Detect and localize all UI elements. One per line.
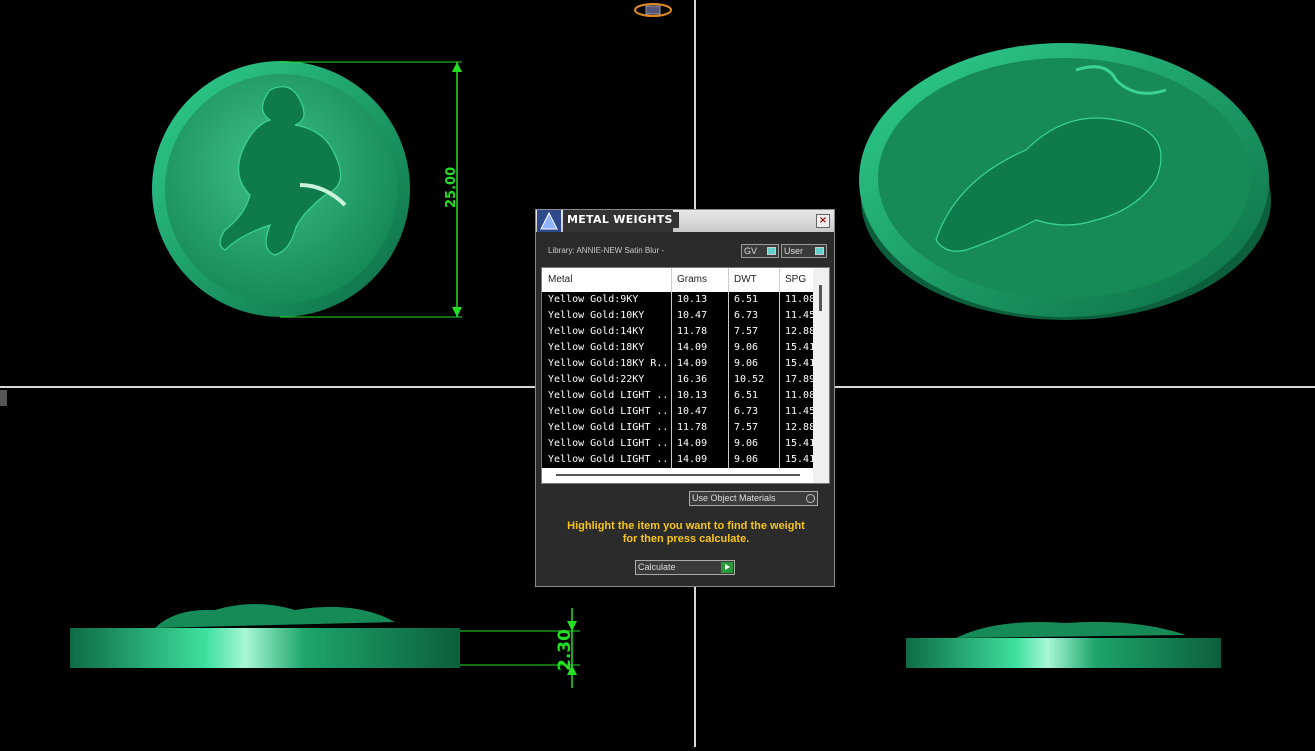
column-header-spg[interactable]: SPG <box>785 274 806 285</box>
dropdown-knob-icon <box>806 494 815 503</box>
table-cell: 11.45 <box>785 406 815 417</box>
table-cell: Yellow Gold:10KY <box>548 310 645 321</box>
table-cell: 14.09 <box>677 358 708 369</box>
table-cell: 9.06 <box>734 438 759 449</box>
instruction-line-2: for then press calculate. <box>622 533 750 545</box>
table-row[interactable]: Yellow Gold:18KY R... 14.09 9.06 15.41 <box>542 356 815 372</box>
table-header: Metal Grams DWT SPG <box>542 268 813 291</box>
table-cell: 6.73 <box>734 310 759 321</box>
table-cell: 14.09 <box>677 342 708 353</box>
close-icon: × <box>818 215 828 226</box>
table-cell: 6.51 <box>734 390 759 401</box>
column-header-dwt[interactable]: DWT <box>734 274 757 285</box>
table-cell: Yellow Gold:22KY <box>548 374 645 385</box>
instruction-text: Highlight the item you want to find the … <box>546 520 826 546</box>
table-row[interactable]: Yellow Gold:14KY 11.78 7.57 12.88 <box>542 324 815 340</box>
materials-dropdown-label: Use Object Materials <box>692 493 776 503</box>
view-cube-icon[interactable] <box>632 0 674 22</box>
calculate-button[interactable]: Calculate <box>635 560 735 575</box>
play-arrow-icon <box>721 562 733 573</box>
user-dropdown-label: User <box>784 246 804 256</box>
table-scrollbar-horizontal[interactable] <box>556 474 800 476</box>
scroll-thumb[interactable] <box>819 285 822 311</box>
table-cell: 10.13 <box>677 390 708 401</box>
dimension-front-label: 25.00 <box>444 167 459 208</box>
table-cell: 15.41 <box>785 342 815 353</box>
table-cell: Yellow Gold LIGHT ... <box>548 454 668 465</box>
column-header-metal[interactable]: Metal <box>548 274 572 285</box>
table-cell: 11.45 <box>785 310 815 321</box>
table-cell: Yellow Gold:18KY <box>548 342 645 353</box>
table-row[interactable]: Yellow Gold:9KY 10.13 6.51 11.08 <box>542 292 815 308</box>
table-cell: 15.41 <box>785 358 815 369</box>
table-cell: 9.06 <box>734 358 759 369</box>
table-cell: 10.52 <box>734 374 765 385</box>
table-cell: Yellow Gold:18KY R... <box>548 358 668 369</box>
gv-dropdown[interactable]: GV <box>741 244 779 258</box>
table-cell: Yellow Gold LIGHT ... <box>548 438 668 449</box>
instruction-line-1: Highlight the item you want to find the … <box>567 520 805 532</box>
table-cell: 16.36 <box>677 374 708 385</box>
table-row[interactable]: Yellow Gold LIGHT ... 11.78 7.57 12.88 <box>542 420 815 436</box>
table-cell: 14.09 <box>677 438 708 449</box>
dimension-side-label: 2.30 <box>555 629 575 671</box>
table-cell: 10.47 <box>677 406 708 417</box>
table-cell: 11.08 <box>785 390 815 401</box>
table-cell: 6.73 <box>734 406 759 417</box>
table-cell: 9.06 <box>734 342 759 353</box>
gv-dropdown-label: GV <box>744 246 758 256</box>
table-cell: 9.06 <box>734 454 759 465</box>
table-cell: Yellow Gold LIGHT ... <box>548 406 668 417</box>
close-button[interactable]: × <box>816 214 830 228</box>
user-dropdown[interactable]: User <box>781 244 827 258</box>
table-row[interactable]: Yellow Gold:10KY 10.47 6.73 11.45 <box>542 308 815 324</box>
dialog-titlebar[interactable]: METAL WEIGHTS × <box>536 210 834 232</box>
table-cell: 17.89 <box>785 374 815 385</box>
column-header-grams[interactable]: Grams <box>677 274 707 285</box>
table-cell: Yellow Gold LIGHT ... <box>548 390 668 401</box>
table-cell: 15.41 <box>785 454 815 465</box>
table-cell: Yellow Gold:14KY <box>548 326 645 337</box>
table-cell: 15.41 <box>785 438 815 449</box>
metal-weights-dialog[interactable]: METAL WEIGHTS × Library: ANNIE-NEW Satin… <box>535 209 835 587</box>
table-cell: 7.57 <box>734 326 759 337</box>
table-cell: 10.47 <box>677 310 708 321</box>
table-cell: 10.13 <box>677 294 708 305</box>
calculate-label: Calculate <box>638 562 676 572</box>
table-row[interactable]: Yellow Gold LIGHT ... 10.13 6.51 11.08 <box>542 388 815 404</box>
table-cell: 7.57 <box>734 422 759 433</box>
table-cell: Yellow Gold:9KY <box>548 294 639 305</box>
table-scrollbar-vertical[interactable] <box>813 268 829 483</box>
app-logo-icon <box>537 210 561 232</box>
dropdown-arrow-icon <box>815 247 824 255</box>
table-row[interactable]: Yellow Gold:18KY 14.09 9.06 15.41 <box>542 340 815 356</box>
table-cell: 12.88 <box>785 326 815 337</box>
dropdown-arrow-icon <box>767 247 776 255</box>
table-cell: 14.09 <box>677 454 708 465</box>
table-cell: 11.08 <box>785 294 815 305</box>
table-row[interactable]: Yellow Gold:22KY 16.36 10.52 17.89 <box>542 372 815 388</box>
table-cell: 6.51 <box>734 294 759 305</box>
table-cell: 11.78 <box>677 326 708 337</box>
materials-dropdown[interactable]: Use Object Materials <box>689 491 818 506</box>
table-row[interactable]: Yellow Gold LIGHT ... 14.09 9.06 15.41 <box>542 452 815 468</box>
table-cell: Yellow Gold LIGHT ... <box>548 422 668 433</box>
library-label: Library: ANNIE-NEW Satin Blur - <box>548 246 665 255</box>
side-coin-body <box>70 628 460 668</box>
table-cell: 12.88 <box>785 422 815 433</box>
table-cell: 11.78 <box>677 422 708 433</box>
metal-table[interactable]: Metal Grams DWT SPG Yellow Gold:9KY 10.13… <box>541 267 830 484</box>
table-row[interactable]: Yellow Gold LIGHT ... 14.09 9.06 15.41 <box>542 436 815 452</box>
dialog-title: METAL WEIGHTS <box>565 212 679 228</box>
table-row[interactable]: Yellow Gold LIGHT ... 10.47 6.73 11.45 <box>542 404 815 420</box>
side-panel-tab[interactable] <box>0 390 7 406</box>
